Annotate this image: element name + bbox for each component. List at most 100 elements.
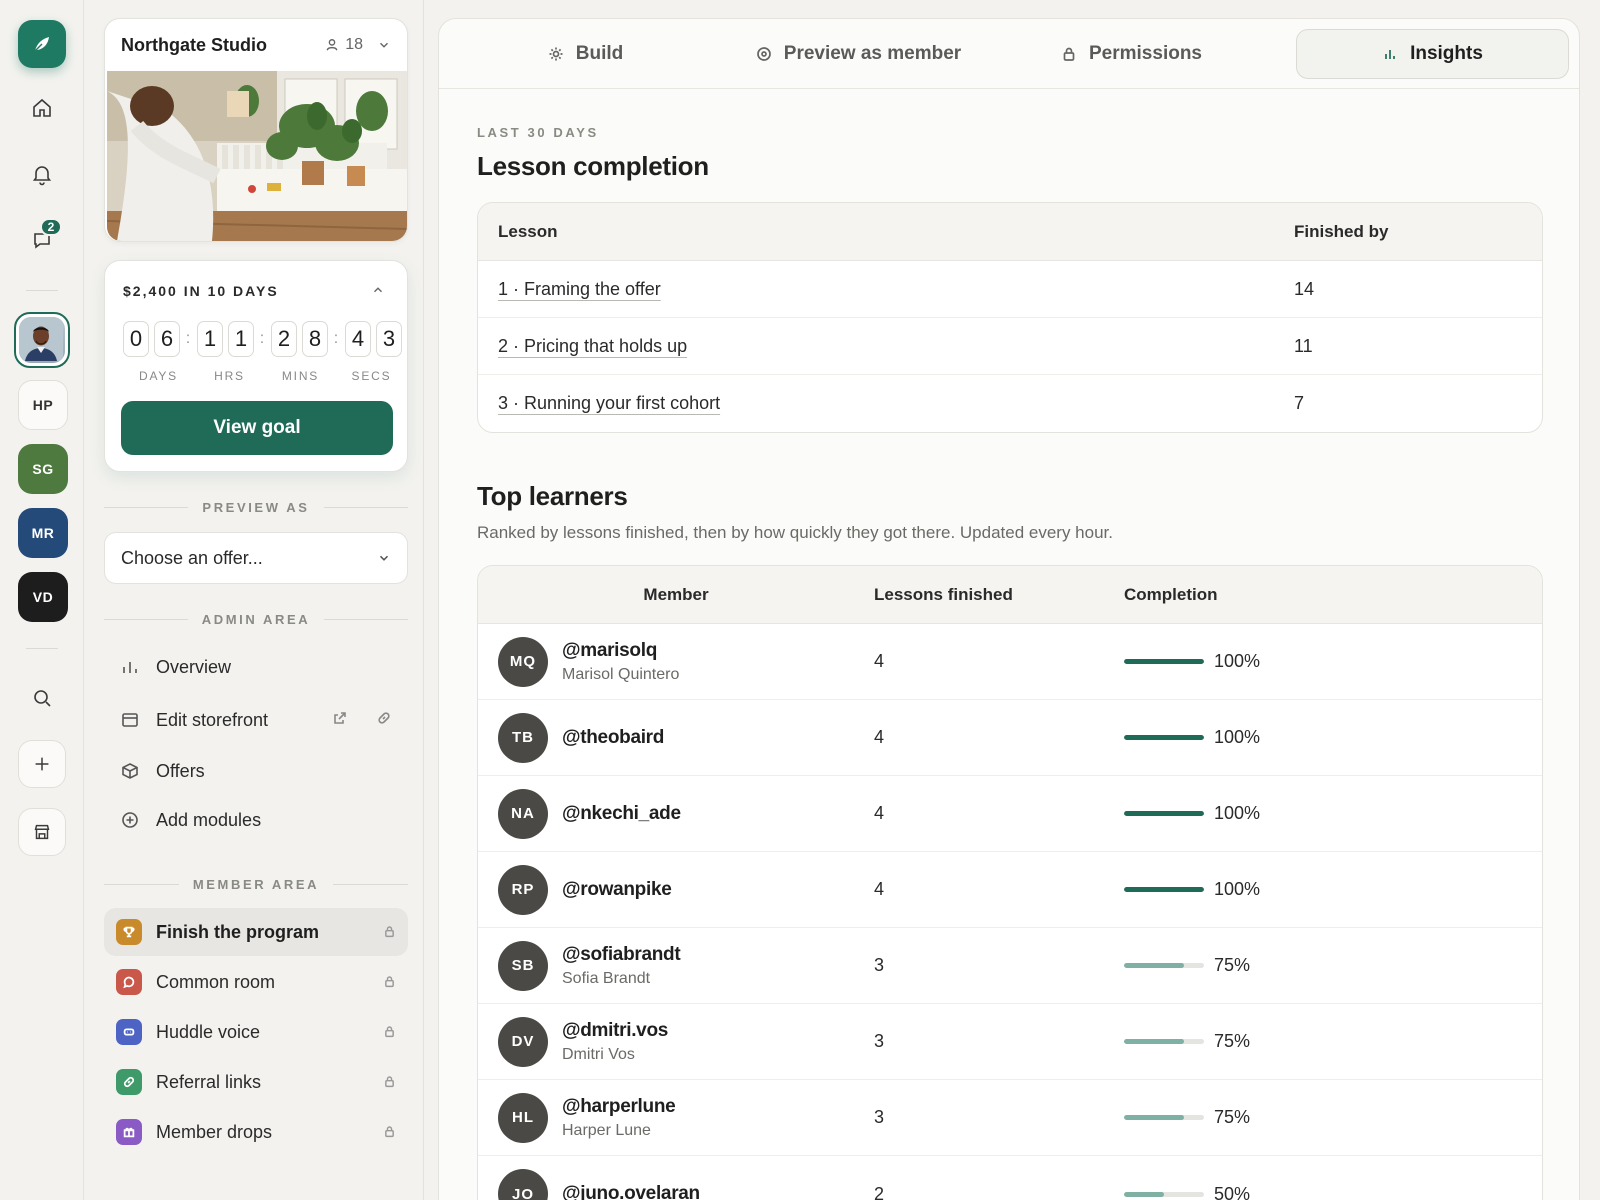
leaf-icon	[33, 37, 49, 53]
member-item-label: Member drops	[156, 1121, 273, 1142]
member-area-section: MEMBER AREA	[104, 877, 408, 892]
member-item-referral-links[interactable]: Referral links	[104, 1058, 408, 1106]
member-handle[interactable]: @theobaird	[562, 727, 664, 749]
date-range-label: LAST 30 DAYS	[477, 125, 599, 140]
completion-bar	[1124, 659, 1204, 664]
member-handle[interactable]: @juno.ovelaran	[562, 1183, 700, 1200]
lessons-finished-count: 2	[874, 1183, 885, 1200]
nav-add-modules[interactable]: Add modules	[104, 797, 408, 843]
member-avatar: DV	[498, 1016, 548, 1067]
member-count[interactable]: 18	[325, 36, 391, 54]
table-row[interactable]: HL @harperlune Harper Lune 3 75%	[478, 1080, 1542, 1156]
lesson-link[interactable]: 2 · Pricing that holds up	[498, 336, 687, 356]
member-item-member-drops[interactable]: Member drops	[104, 1108, 408, 1156]
app-rail: 2 HP SG MR VD	[0, 0, 84, 1200]
member-item-finish-program[interactable]: Finish the program	[104, 908, 408, 956]
studio-header[interactable]: Northgate Studio 18	[105, 19, 407, 71]
tab-build[interactable]: Build	[449, 29, 722, 79]
learner-rows: MQ @marisolq Marisol Quintero 4 100% TB @theob…	[478, 624, 1542, 1200]
lesson-link[interactable]: 1 · Framing the offer	[498, 279, 661, 299]
table-row[interactable]: SB @sofiabrandt Sofia Brandt 3 75%	[478, 928, 1542, 1004]
table-row[interactable]: TB @theobaird 4 100%	[478, 700, 1542, 776]
completion-bar	[1124, 1191, 1204, 1197]
tab-insights[interactable]: Insights	[1296, 28, 1569, 79]
gift-icon	[116, 1119, 142, 1145]
main-content: Build Preview as member Permissions Insi…	[438, 18, 1580, 1200]
lessons-finished-count: 4	[874, 651, 885, 671]
tab-preview-label: Preview as member	[783, 42, 962, 64]
tab-permissions[interactable]: Permissions	[995, 29, 1268, 79]
copy-link-button[interactable]	[348, 710, 392, 731]
finished-count: 7	[1294, 393, 1305, 413]
workspace-vd[interactable]: VD	[18, 572, 68, 622]
link-icon	[378, 711, 390, 724]
completion-bar-fill	[1124, 659, 1204, 664]
user-avatar	[19, 317, 65, 363]
member-handle[interactable]: @harperlune	[562, 1096, 676, 1118]
member-full-name: Marisol Quintero	[562, 665, 680, 683]
column-header-finished-by: Finished by	[1294, 221, 1389, 241]
workspace-mr[interactable]: MR	[18, 508, 68, 558]
offer-select[interactable]: Choose an offer...	[104, 532, 408, 584]
member-avatar: RP	[498, 864, 548, 915]
member-item-label: Referral links	[156, 1071, 262, 1092]
member-handle[interactable]: @nkechi_ade	[562, 803, 681, 825]
nav-overview-label: Overview	[156, 656, 232, 677]
offer-select-placeholder: Choose an offer...	[121, 547, 263, 568]
home-button[interactable]	[18, 84, 66, 132]
table-row[interactable]: RP @rowanpike 4 100%	[478, 852, 1542, 928]
messages-button[interactable]: 2	[18, 216, 66, 264]
countdown-digit: 0	[123, 321, 149, 357]
completion-percent: 100%	[1214, 651, 1261, 671]
member-item-huddle-voice[interactable]: Huddle voice	[104, 1008, 408, 1056]
countdown-separator: :	[185, 330, 191, 347]
storefront-button[interactable]	[18, 808, 66, 856]
completion-bar-fill	[1124, 1191, 1164, 1197]
tab-build-label: Build	[575, 42, 624, 64]
table-row[interactable]: NA @nkechi_ade 4 100%	[478, 776, 1542, 852]
studio-card: Northgate Studio 18	[104, 18, 408, 242]
lesson-completion-table: Lesson Finished by 1 · Framing the offer…	[477, 202, 1543, 433]
countdown-digit: 6	[154, 321, 180, 357]
add-workspace-button[interactable]	[18, 740, 66, 788]
workspace-sg[interactable]: SG	[18, 444, 68, 494]
table-row[interactable]: MQ @marisolq Marisol Quintero 4 100%	[478, 624, 1542, 700]
table-row[interactable]: JO @juno.ovelaran 2 50%	[478, 1156, 1542, 1200]
view-goal-button[interactable]: View goal	[121, 401, 393, 455]
plus-circle-icon	[120, 810, 140, 830]
member-handle[interactable]: @dmitri.vos	[562, 1020, 668, 1042]
lessons-finished-count: 4	[874, 803, 885, 823]
rail-divider	[26, 648, 58, 649]
tab-insights-label: Insights	[1410, 42, 1483, 64]
countdown-labels: DAYS HRS MINS SECS	[123, 369, 407, 383]
nav-edit-storefront[interactable]: Edit storefront	[104, 697, 408, 743]
open-external-button[interactable]	[304, 710, 348, 731]
person-portrait-icon	[19, 317, 63, 361]
member-handle[interactable]: @marisolq	[562, 640, 679, 662]
top-learners-table: Member Lessons finished Completion MQ @ma…	[477, 565, 1543, 1200]
member-avatar: MQ	[498, 636, 548, 687]
lessons-finished-count: 4	[874, 727, 885, 747]
app-logo[interactable]	[18, 20, 66, 68]
chevron-up-icon[interactable]	[371, 283, 385, 297]
member-handle[interactable]: @sofiabrandt	[562, 944, 681, 966]
tab-preview-as-member[interactable]: Preview as member	[722, 29, 995, 79]
member-handle[interactable]: @rowanpike	[562, 879, 672, 901]
workspace-hp[interactable]: HP	[18, 380, 68, 430]
lesson-link[interactable]: 3 · Running your first cohort	[498, 393, 720, 413]
table-row[interactable]: DV @dmitri.vos Dmitri Vos 3 75%	[478, 1004, 1542, 1080]
search-button[interactable]	[18, 674, 66, 722]
member-item-common-room[interactable]: Common room	[104, 958, 408, 1006]
nav-offers[interactable]: Offers	[104, 748, 408, 794]
bar-chart-icon	[120, 657, 140, 677]
bar-chart-icon	[1385, 49, 1395, 59]
box-icon	[120, 761, 140, 781]
notifications-button[interactable]	[18, 150, 66, 198]
completion-bar	[1124, 1039, 1204, 1044]
countdown-digit: 8	[302, 321, 328, 357]
member-full-name: Dmitri Vos	[562, 1045, 635, 1063]
finished-count: 11	[1294, 335, 1313, 356]
nav-overview[interactable]: Overview	[104, 644, 408, 690]
chevron-down-icon	[380, 42, 388, 48]
workspace-avatar-active[interactable]	[14, 312, 70, 368]
